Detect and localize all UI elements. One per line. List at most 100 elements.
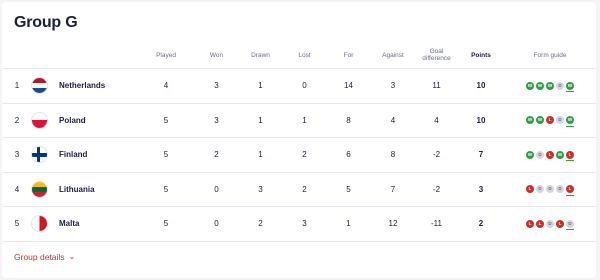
team-cell: Finland xyxy=(32,137,137,173)
group-details-label: Group details xyxy=(14,252,65,262)
for-cell: 1 xyxy=(326,206,371,242)
goal-difference-cell: -11 xyxy=(415,206,458,242)
for-cell: 8 xyxy=(326,103,371,138)
poland-flag-icon xyxy=(32,112,47,128)
header-lost: Lost xyxy=(283,42,326,69)
lost-cell: 2 xyxy=(283,137,326,173)
table-row[interactable]: 1 Netherlands 4 3 1 0 14 3 11 10 W W W D W xyxy=(2,68,596,104)
form-result-badge: W xyxy=(536,116,544,125)
header-points: Points xyxy=(458,42,504,69)
header-team xyxy=(32,42,137,69)
form-result-badge: W xyxy=(526,81,534,90)
form-result-badge: W xyxy=(556,150,564,159)
for-cell: 6 xyxy=(326,137,371,173)
form-result-badge: D xyxy=(556,185,564,194)
position-cell: 2 xyxy=(2,103,32,138)
team-cell: Lithuania xyxy=(32,172,137,207)
lost-cell: 0 xyxy=(283,68,326,104)
table-row[interactable]: 5 Malta 5 0 2 3 1 12 -11 2 L L D L D xyxy=(2,206,596,242)
form-result-badge: D xyxy=(536,185,544,194)
drawn-cell: 1 xyxy=(238,137,283,173)
form-result-badge: D xyxy=(566,219,574,231)
team-name[interactable]: Netherlands xyxy=(59,81,105,90)
drawn-cell: 1 xyxy=(238,103,283,138)
form-result-badge: L xyxy=(566,150,574,162)
form-result-badge: L xyxy=(566,185,574,196)
netherlands-flag-icon xyxy=(32,78,47,94)
goal-difference-cell: 11 xyxy=(415,68,458,104)
against-cell: 8 xyxy=(371,137,415,173)
team-cell: Netherlands xyxy=(32,68,137,104)
form-guide-cell: LDDDL xyxy=(504,172,596,207)
form-result-badge: D xyxy=(556,81,564,90)
for-cell: 5 xyxy=(326,172,371,207)
form-guide: WWWDW xyxy=(504,81,596,93)
finland-flag-icon xyxy=(32,147,47,163)
header-pos xyxy=(2,42,32,69)
lost-cell: 1 xyxy=(283,103,326,138)
team-name[interactable]: Finland xyxy=(59,150,87,159)
points-cell: 3 xyxy=(458,172,504,207)
won-cell: 3 xyxy=(195,68,238,104)
position-cell: 5 xyxy=(2,206,32,242)
table-row[interactable]: 4 Lithuania 5 0 3 2 5 7 -2 3 L D D D L xyxy=(2,172,596,207)
drawn-cell: 2 xyxy=(238,206,283,242)
won-cell: 2 xyxy=(195,137,238,173)
against-cell: 4 xyxy=(371,103,415,138)
points-cell: 10 xyxy=(458,103,504,138)
form-result-badge: W xyxy=(566,81,574,93)
won-cell: 0 xyxy=(195,206,238,242)
won-cell: 0 xyxy=(195,172,238,207)
table-row[interactable]: 3 Finland 5 2 1 2 6 8 -2 7 W D L W L xyxy=(2,137,596,173)
form-result-badge: D xyxy=(536,150,544,159)
group-details-link[interactable]: Group details ⌄ xyxy=(14,251,76,263)
form-guide: WDLWL xyxy=(504,150,596,162)
form-guide-cell: WWWDW xyxy=(504,68,596,104)
played-cell: 5 xyxy=(137,103,195,138)
header-against: Against xyxy=(371,42,415,69)
team-name[interactable]: Poland xyxy=(59,116,86,125)
form-result-badge: L xyxy=(556,219,564,228)
goal-difference-cell: -2 xyxy=(415,172,458,207)
lithuania-flag-icon xyxy=(32,181,47,197)
table-row[interactable]: 2 Poland 5 3 1 1 8 4 4 10 W W L D W xyxy=(2,103,596,138)
group-card: Group G Played Won Drawn Lost For Agains… xyxy=(2,2,596,278)
position-cell: 3 xyxy=(2,137,32,173)
form-guide: WWLDW xyxy=(504,116,596,127)
form-result-badge: W xyxy=(566,116,574,127)
team-name[interactable]: Malta xyxy=(59,219,79,228)
played-cell: 5 xyxy=(137,172,195,207)
form-result-badge: L xyxy=(546,150,554,159)
points-cell: 7 xyxy=(458,137,504,173)
for-cell: 14 xyxy=(326,68,371,104)
form-result-badge: L xyxy=(526,219,534,228)
form-result-badge: L xyxy=(526,185,534,194)
form-guide-cell: LLDLD xyxy=(504,206,596,242)
against-cell: 3 xyxy=(371,68,415,104)
form-result-badge: W xyxy=(536,81,544,90)
malta-flag-icon xyxy=(32,216,47,232)
against-cell: 7 xyxy=(371,172,415,207)
drawn-cell: 3 xyxy=(238,172,283,207)
group-title: Group G xyxy=(14,14,78,31)
goal-difference-cell: 4 xyxy=(415,103,458,138)
form-result-badge: D xyxy=(546,185,554,194)
header-played: Played xyxy=(137,42,195,69)
form-guide-cell: WWLDW xyxy=(504,103,596,138)
header-for: For xyxy=(326,42,371,69)
header-drawn: Drawn xyxy=(238,42,283,69)
team-name[interactable]: Lithuania xyxy=(59,185,95,194)
header-goal-difference: Goal difference xyxy=(415,42,458,69)
points-cell: 2 xyxy=(458,206,504,242)
header-form-guide: Form guide xyxy=(504,42,596,69)
chevron-down-icon: ⌄ xyxy=(68,251,76,261)
lost-cell: 2 xyxy=(283,172,326,207)
form-guide: LDDDL xyxy=(504,185,596,196)
form-result-badge: W xyxy=(526,150,534,159)
form-result-badge: D xyxy=(556,116,564,125)
played-cell: 5 xyxy=(137,206,195,242)
form-result-badge: W xyxy=(526,116,534,125)
points-cell: 10 xyxy=(458,68,504,104)
standings-table: Played Won Drawn Lost For Against Goal d… xyxy=(2,42,596,242)
table-header-row: Played Won Drawn Lost For Against Goal d… xyxy=(2,42,596,69)
